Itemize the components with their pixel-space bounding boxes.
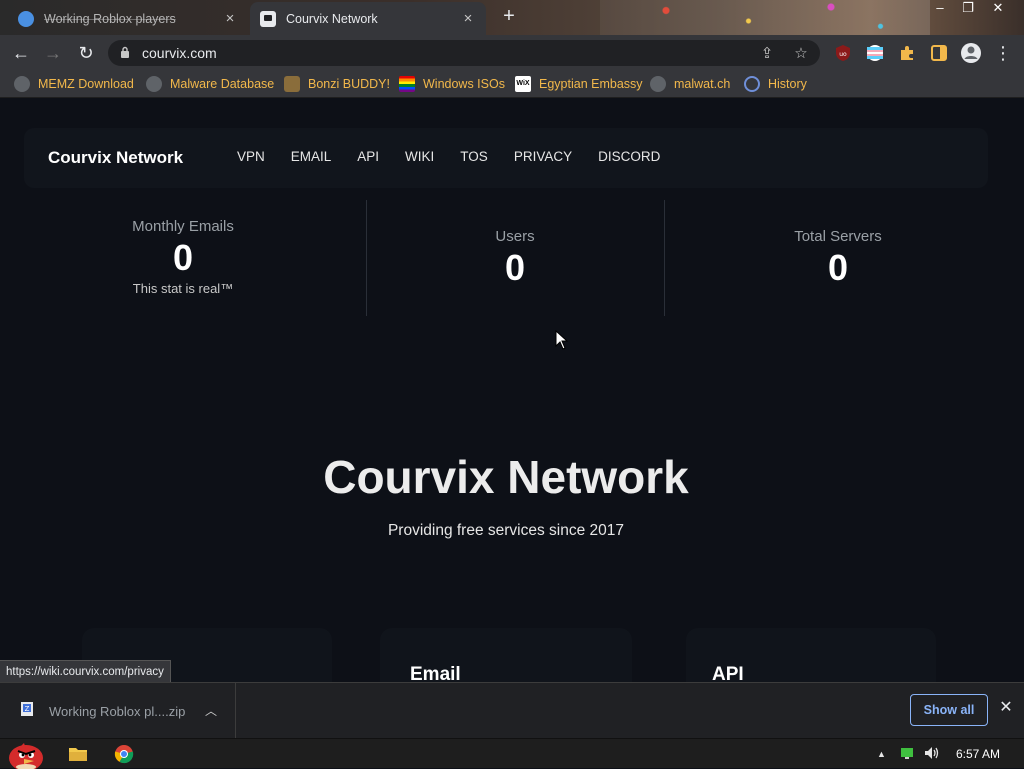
bookmark-malwatch[interactable]: malwat.ch — [650, 76, 730, 92]
show-all-downloads-button[interactable]: Show all — [910, 694, 988, 726]
new-tab-icon[interactable]: + — [498, 6, 520, 28]
minimize-icon[interactable]: – — [926, 0, 954, 18]
stat-divider — [366, 200, 367, 316]
ublock-origin-icon[interactable]: uo — [834, 44, 852, 62]
globe-icon — [146, 76, 162, 92]
bookmark-history[interactable]: History — [744, 76, 807, 92]
lock-icon — [121, 46, 129, 58]
nav-link-wiki[interactable]: WIKI — [405, 149, 434, 164]
nav-link-vpn[interactable]: VPN — [237, 149, 265, 164]
bookmark-malware-database[interactable]: Malware Database — [146, 76, 274, 92]
tab-roblox-players[interactable]: Working Roblox players × — [8, 2, 248, 35]
svg-text:uo: uo — [839, 51, 847, 58]
site-nav-links: VPN EMAIL API WIKI TOS PRIVACY DISCORD — [237, 149, 686, 164]
windows-taskbar: ▲ 6:57 AM — [0, 738, 1024, 769]
nav-link-api[interactable]: API — [357, 149, 379, 164]
stat-monthly-emails: Monthly Emails 0 This stat is real™ — [60, 218, 306, 334]
bookmark-egyptian-embassy[interactable]: WiX Egyptian Embassy — [515, 76, 643, 92]
bookmark-label: History — [768, 77, 807, 91]
extensions-puzzle-icon[interactable] — [898, 44, 916, 62]
wallpaper-decoration — [600, 0, 930, 35]
stat-total-servers: Total Servers 0 — [715, 228, 961, 344]
chevron-up-icon[interactable]: ︿ — [205, 702, 217, 719]
address-url: courvix.com — [142, 45, 217, 61]
tab-courvix-network[interactable]: Courvix Network × — [250, 2, 486, 35]
tab-favicon-icon — [18, 10, 34, 27]
window-close-icon[interactable]: ✕ — [984, 0, 1012, 18]
tab-title: Courvix Network — [286, 11, 378, 26]
nav-link-privacy[interactable]: PRIVACY — [514, 149, 572, 164]
chrome-icon[interactable] — [113, 743, 135, 765]
stat-label: Total Servers — [794, 228, 882, 245]
bookmark-label: Windows ISOs — [423, 77, 505, 91]
maximize-icon[interactable]: ❐ — [954, 0, 982, 18]
file-explorer-icon[interactable] — [67, 743, 89, 765]
stat-value: 0 — [827, 247, 849, 288]
bookmark-label: malwat.ch — [674, 77, 731, 91]
tab-close-icon[interactable]: × — [460, 10, 476, 27]
card-title: API — [712, 664, 744, 682]
stat-users: Users 0 — [392, 228, 638, 344]
stat-label: Monthly Emails — [132, 218, 234, 235]
tab-close-icon[interactable]: × — [222, 10, 238, 27]
browser-titlebar: Working Roblox players × Courvix Network… — [0, 0, 1024, 35]
mouse-cursor-icon — [555, 330, 569, 350]
stat-note: This stat is real™ — [132, 281, 234, 296]
menu-kebab-icon[interactable]: ⋮ — [992, 42, 1014, 64]
nav-link-tos[interactable]: TOS — [460, 149, 488, 164]
share-icon[interactable]: ⇪ — [758, 45, 776, 63]
bookmark-bonzi-buddy[interactable]: Bonzi BUDDY! — [284, 76, 390, 92]
bookmark-star-icon[interactable]: ☆ — [792, 45, 810, 63]
bookmark-label: MEMZ Download — [38, 77, 134, 91]
wix-icon: WiX — [515, 76, 531, 92]
zip-file-icon: Z — [21, 702, 33, 716]
browser-toolbar: ← → ↻ courvix.com ⇪ ☆ uo ⋮ — [0, 35, 1024, 70]
page-content: Courvix Network VPN EMAIL API WIKI TOS P… — [0, 98, 1024, 682]
forward-arrow-icon[interactable]: → — [42, 42, 64, 64]
bookmark-label: Bonzi BUDDY! — [308, 77, 390, 91]
site-brand[interactable]: Courvix Network — [48, 148, 183, 168]
nav-link-discord[interactable]: DISCORD — [598, 149, 660, 164]
profile-avatar-icon[interactable] — [960, 42, 982, 64]
card-title: Email — [410, 664, 461, 682]
taskbar-clock[interactable]: 6:57 AM — [956, 747, 1000, 761]
svg-text:Z: Z — [25, 705, 30, 713]
service-card-email[interactable]: Email — [380, 628, 632, 682]
history-icon — [744, 76, 760, 92]
address-bar[interactable]: courvix.com ⇪ ☆ — [108, 40, 820, 66]
back-arrow-icon[interactable]: ← — [10, 42, 32, 64]
network-icon[interactable] — [900, 746, 914, 760]
trans-flag-extension-icon[interactable] — [866, 44, 884, 62]
bookmark-label: Egyptian Embassy — [539, 77, 643, 91]
reload-icon[interactable]: ↻ — [75, 42, 97, 64]
bookmarks-bar: MEMZ Download Malware Database Bonzi BUD… — [0, 70, 1024, 98]
side-panel-icon[interactable] — [930, 44, 948, 62]
courvix-favicon-icon — [260, 10, 276, 27]
hero-title: Courvix Network — [323, 451, 689, 503]
hero-subtitle: Providing free services since 2017 — [387, 522, 625, 539]
bookmark-memz-download[interactable]: MEMZ Download — [14, 76, 134, 92]
service-card-api[interactable]: API — [686, 628, 936, 682]
close-shelf-icon[interactable]: ✕ — [997, 699, 1015, 717]
globe-icon — [650, 76, 666, 92]
globe-icon — [14, 76, 30, 92]
stat-value: 0 — [172, 237, 194, 278]
link-status-url: https://wiki.courvix.com/privacy — [0, 660, 171, 682]
stat-value: 0 — [504, 247, 526, 288]
angry-bird-start-icon[interactable] — [4, 740, 50, 769]
download-item[interactable]: Z Working Roblox pl....zip ︿ — [0, 683, 236, 739]
stat-divider — [664, 200, 665, 316]
bonzi-icon — [284, 76, 300, 92]
tray-expand-icon[interactable]: ▲ — [877, 749, 886, 759]
tab-title: Working Roblox players — [44, 11, 176, 26]
site-navbar: Courvix Network VPN EMAIL API WIKI TOS P… — [24, 128, 988, 188]
download-filename: Working Roblox pl....zip — [49, 704, 186, 719]
bookmark-windows-isos[interactable]: Windows ISOs — [399, 76, 505, 92]
rainbow-flag-icon — [399, 76, 415, 92]
bookmark-label: Malware Database — [170, 77, 275, 91]
volume-icon[interactable] — [924, 746, 940, 760]
stat-label: Users — [495, 228, 535, 245]
download-shelf: Z Working Roblox pl....zip ︿ Show all ✕ — [0, 682, 1024, 739]
nav-link-email[interactable]: EMAIL — [291, 149, 332, 164]
